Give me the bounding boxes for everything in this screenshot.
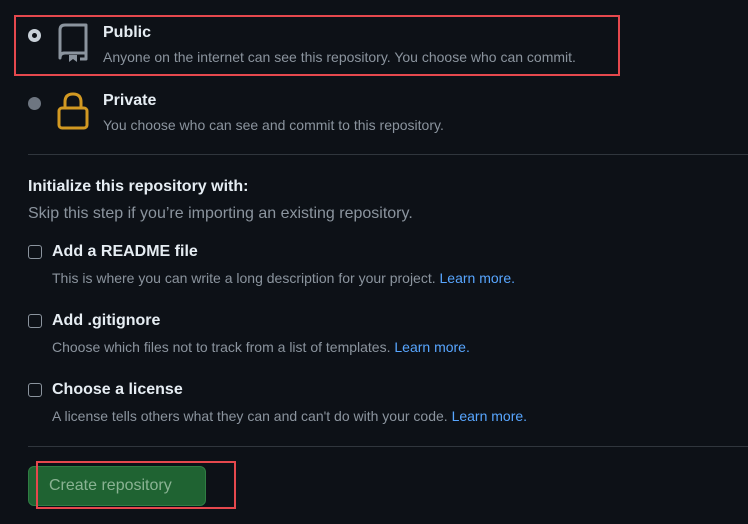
lock-icon — [56, 91, 90, 131]
private-title: Private — [103, 92, 157, 109]
readme-learn-more-link[interactable]: Learn more. — [440, 270, 515, 286]
license-description: A license tells others what they can and… — [52, 408, 528, 424]
new-repository-form: Public Anyone on the internet can see th… — [0, 0, 748, 524]
repo-book-icon — [56, 22, 90, 62]
public-title: Public — [103, 24, 152, 41]
divider — [28, 446, 748, 447]
init-option-license[interactable]: Choose a license A license tells others … — [0, 381, 748, 441]
init-option-gitignore[interactable]: Add .gitignore Choose which files not to… — [0, 312, 748, 372]
gitignore-learn-more-link[interactable]: Learn more. — [394, 339, 469, 355]
readme-checkbox[interactable] — [28, 245, 42, 259]
visibility-option-private[interactable]: Private You choose who can see and commi… — [0, 70, 748, 140]
private-radio[interactable] — [28, 97, 41, 110]
license-title: Choose a license — [52, 381, 183, 398]
readme-description: This is where you can write a long descr… — [52, 270, 515, 286]
initialize-heading: Initialize this repository with: — [28, 178, 249, 195]
public-description: Anyone on the internet can see this repo… — [103, 49, 576, 65]
gitignore-description: Choose which files not to track from a l… — [52, 339, 470, 355]
license-learn-more-link[interactable]: Learn more. — [452, 408, 527, 424]
private-description: You choose who can see and commit to thi… — [103, 117, 444, 133]
visibility-option-public[interactable]: Public Anyone on the internet can see th… — [0, 0, 748, 70]
initialize-subheading: Skip this step if you’re importing an ex… — [28, 205, 413, 222]
divider — [28, 154, 748, 155]
gitignore-checkbox[interactable] — [28, 314, 42, 328]
init-option-readme[interactable]: Add a README file This is where you can … — [0, 243, 748, 303]
license-checkbox[interactable] — [28, 383, 42, 397]
create-repository-button[interactable]: Create repository — [28, 466, 206, 506]
gitignore-title: Add .gitignore — [52, 312, 161, 329]
readme-title: Add a README file — [52, 243, 198, 260]
public-radio[interactable] — [28, 29, 41, 42]
